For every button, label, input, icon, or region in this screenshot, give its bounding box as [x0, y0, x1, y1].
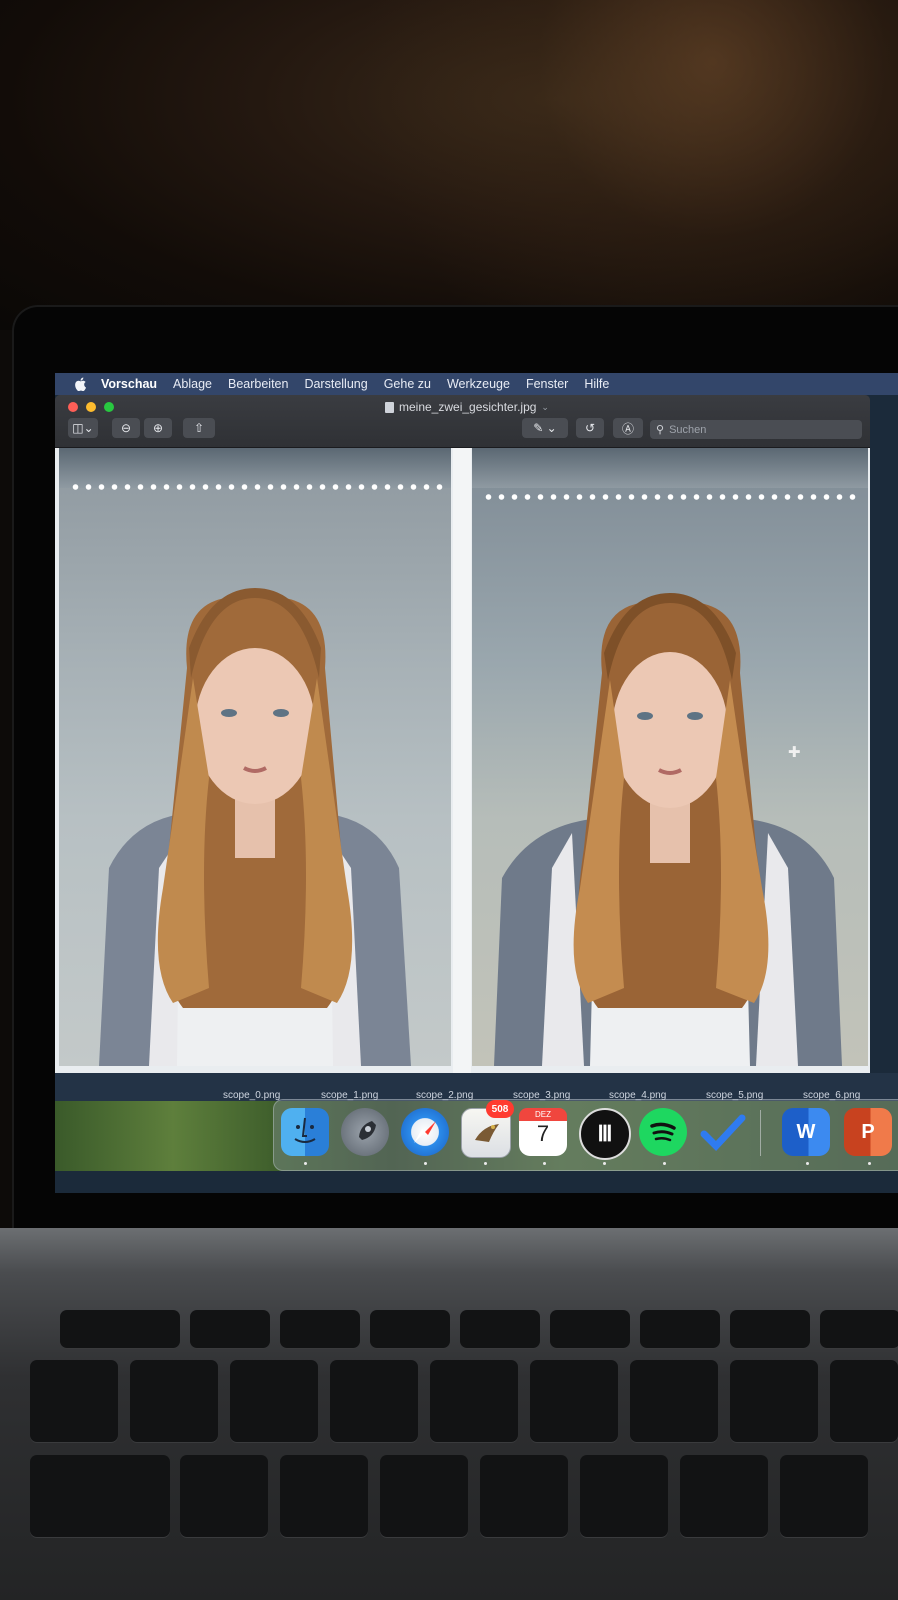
dock-separator	[760, 1110, 761, 1156]
apple-icon[interactable]	[75, 377, 89, 391]
running-indicator	[603, 1162, 606, 1165]
keyboard-key	[730, 1310, 810, 1348]
keyboard-key	[730, 1360, 818, 1442]
keyboard-key	[780, 1455, 868, 1537]
annotate-icon: Ⓐ	[621, 421, 634, 436]
portrait-right-figure	[494, 593, 842, 1066]
keyboard-key	[60, 1310, 180, 1348]
launchpad-icon[interactable]	[341, 1108, 389, 1156]
desktop-file[interactable]: scope_0.png	[223, 1090, 280, 1101]
keyboard-key	[580, 1455, 668, 1537]
todo-icon[interactable]	[699, 1108, 747, 1156]
keyboard-key	[330, 1360, 418, 1442]
keyboard-key	[460, 1310, 540, 1348]
zoom-out-icon: ⊖	[120, 421, 132, 435]
sidebar-toggle-icon: ◫⌄	[72, 421, 94, 435]
menu-werkzeuge[interactable]: Werkzeuge	[447, 377, 510, 391]
keyboard-key	[640, 1310, 720, 1348]
keyboard-key	[380, 1455, 468, 1537]
keyboard-key	[230, 1360, 318, 1442]
calendar-month: DEZ	[519, 1108, 567, 1121]
zoom-in-button[interactable]: ⊕	[144, 418, 172, 438]
keyboard-key	[190, 1310, 270, 1348]
menu-bar: Vorschau Ablage Bearbeiten Darstellung G…	[55, 373, 898, 395]
window-titlebar: meine_zwei_gesichter.jpg ⌄ ◫⌄ ⊖ ⊕ ⇧ ✎ ⌄ …	[55, 395, 870, 448]
keyboard-key	[370, 1310, 450, 1348]
finder-icon[interactable]	[281, 1108, 329, 1156]
running-indicator	[424, 1162, 427, 1165]
keyboard-key	[480, 1455, 568, 1537]
rotate-button[interactable]: ↺	[576, 418, 604, 438]
keyboard-key	[430, 1360, 518, 1442]
laptop-screen: Vorschau Ablage Bearbeiten Darstellung G…	[55, 373, 898, 1193]
calendar-day: 7	[536, 1121, 550, 1146]
keyboard	[30, 1310, 898, 1600]
search-input[interactable]: ⚲ Suchen	[650, 420, 862, 439]
minimize-button[interactable]	[86, 402, 96, 412]
word-letter: W	[796, 1120, 816, 1143]
keyboard-key	[130, 1360, 218, 1442]
keyboard-key	[30, 1455, 170, 1537]
word-icon[interactable]: W	[782, 1108, 830, 1156]
keyboard-key	[30, 1360, 118, 1442]
document-title[interactable]: meine_zwei_gesichter.jpg ⌄	[385, 400, 549, 414]
menu-bearbeiten[interactable]: Bearbeiten	[228, 377, 288, 391]
calendar-icon[interactable]: DEZ 7	[519, 1108, 567, 1156]
keyboard-key	[530, 1360, 618, 1442]
running-indicator	[868, 1162, 871, 1165]
safari-icon[interactable]	[401, 1108, 449, 1156]
powerpoint-icon[interactable]: P	[844, 1108, 892, 1156]
search-placeholder: Suchen	[669, 423, 707, 436]
menu-ablage[interactable]: Ablage	[173, 377, 212, 391]
share-button[interactable]: ⇧	[183, 418, 215, 438]
mail-badge: 508	[486, 1100, 514, 1118]
markup-pen-button[interactable]: ✎ ⌄	[522, 418, 568, 438]
markup-pen-icon: ✎ ⌄	[533, 421, 557, 435]
running-indicator	[484, 1162, 487, 1165]
spotify-icon[interactable]	[639, 1108, 687, 1156]
preview-window: meine_zwei_gesichter.jpg ⌄ ◫⌄ ⊖ ⊕ ⇧ ✎ ⌄ …	[55, 395, 870, 1075]
menu-gehe-zu[interactable]: Gehe zu	[384, 377, 431, 391]
dock: 508 DEZ 7 Ⅲ W P	[273, 1099, 898, 1171]
menu-darstellung[interactable]: Darstellung	[304, 377, 367, 391]
keyboard-key	[820, 1310, 898, 1348]
portrait-left-figure	[99, 588, 411, 1066]
running-indicator	[543, 1162, 546, 1165]
menu-hilfe[interactable]: Hilfe	[584, 377, 609, 391]
zoom-out-button[interactable]: ⊖	[112, 418, 140, 438]
portrait-photo-right[interactable]	[472, 448, 868, 1066]
crosshair-cursor: ✚	[788, 744, 801, 761]
portrait-photo-left[interactable]	[59, 448, 451, 1066]
keyboard-key	[280, 1310, 360, 1348]
powerpoint-letter: P	[861, 1120, 875, 1143]
search-icon: ⚲	[656, 424, 665, 436]
sidebar-toggle-button[interactable]: ◫⌄	[68, 418, 98, 438]
keyboard-key	[280, 1455, 368, 1537]
document-title-text: meine_zwei_gesichter.jpg	[399, 400, 537, 414]
background-fabric	[280, 0, 898, 310]
keyboard-key	[550, 1310, 630, 1348]
maximize-button[interactable]	[104, 402, 114, 412]
keyboard-key	[830, 1360, 898, 1442]
chevron-down-icon: ⌄	[541, 401, 549, 412]
menu-app-vorschau[interactable]: Vorschau	[101, 377, 157, 391]
document-content: ✚	[55, 448, 870, 1075]
running-indicator	[304, 1162, 307, 1165]
keyboard-key	[680, 1455, 768, 1537]
app-13-glyph: Ⅲ	[597, 1121, 613, 1146]
app-13-icon[interactable]: Ⅲ	[579, 1108, 631, 1160]
running-indicator	[663, 1162, 666, 1165]
rotate-icon: ↺	[584, 421, 596, 435]
document-icon	[385, 401, 394, 413]
annotate-button[interactable]: Ⓐ	[613, 418, 643, 438]
zoom-in-icon: ⊕	[152, 421, 164, 435]
menu-fenster[interactable]: Fenster	[526, 377, 568, 391]
running-indicator	[806, 1162, 809, 1165]
share-icon: ⇧	[193, 421, 205, 435]
keyboard-key	[630, 1360, 718, 1442]
page-divider	[453, 448, 471, 1075]
keyboard-key	[180, 1455, 268, 1537]
close-button[interactable]	[68, 402, 78, 412]
